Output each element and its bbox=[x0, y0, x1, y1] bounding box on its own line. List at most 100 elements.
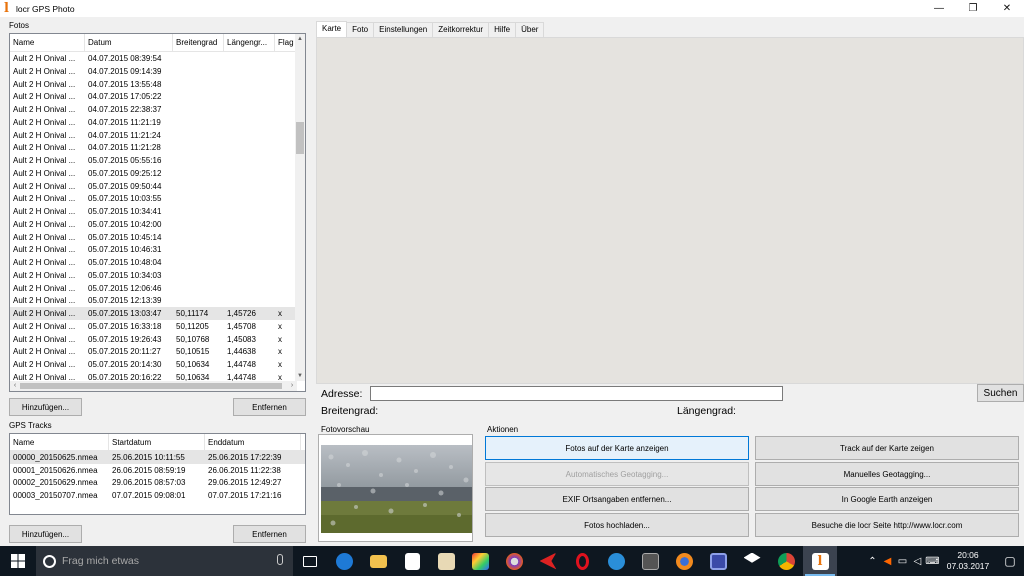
task-view-icon[interactable] bbox=[293, 546, 327, 576]
visit-locr-button[interactable]: Besuche die locr Seite http://www.locr.c… bbox=[755, 513, 1019, 537]
taskbar-search[interactable]: Frag mich etwas bbox=[36, 546, 293, 576]
photo-row[interactable]: Ault 2 H Onival ... 05.07.2015 10:34:03 bbox=[10, 269, 297, 282]
photo-row[interactable]: Ault 2 H Onival ... 05.07.2015 09:25:12 bbox=[10, 167, 297, 180]
cell-flag bbox=[275, 141, 297, 154]
map-view[interactable] bbox=[316, 37, 1024, 384]
photo-row[interactable]: Ault 2 H Onival ... 04.07.2015 11:21:28 bbox=[10, 141, 297, 154]
keyboard-icon[interactable]: ⌨ bbox=[925, 556, 940, 567]
cell-latitude bbox=[173, 90, 224, 103]
close-button[interactable]: ✕ bbox=[990, 0, 1024, 17]
cell-latitude: 50,10768 bbox=[176, 334, 210, 344]
track-row[interactable]: 00003_20150707.nmea 07.07.2015 09:08:01 07… bbox=[10, 489, 305, 502]
scroll-up-icon[interactable]: ▲ bbox=[295, 34, 305, 44]
remove-photos-button[interactable]: Entfernen bbox=[233, 398, 306, 416]
notification-icon[interactable]: ▢ bbox=[996, 546, 1024, 576]
google-earth-button[interactable]: In Google Earth anzeigen bbox=[755, 487, 1019, 511]
column-header-start-date[interactable]: Startdatum bbox=[109, 434, 205, 450]
photo-row[interactable]: Ault 2 H Onival ... 05.07.2015 12:13:39 bbox=[10, 294, 297, 307]
remove-exif-button[interactable]: EXIF Ortsangaben entfernen... bbox=[485, 487, 749, 511]
column-header-latitude[interactable]: Breitengrad bbox=[173, 34, 224, 51]
photo-row[interactable]: Ault 2 H Onival ... 04.07.2015 11:21:24 bbox=[10, 129, 297, 142]
clock[interactable]: 20:06 07.03.2017 bbox=[946, 550, 990, 572]
upload-photos-button[interactable]: Fotos hochladen... bbox=[485, 513, 749, 537]
photo-row[interactable]: Ault 2 H Onival ... 04.07.2015 09:14:39 bbox=[10, 65, 297, 78]
opera-icon[interactable] bbox=[565, 546, 599, 576]
tracks-list[interactable]: Name Startdatum Enddatum 00000_20150625.… bbox=[9, 433, 306, 515]
remove-track-button[interactable]: Entfernen bbox=[233, 525, 306, 543]
track-row[interactable]: 00001_20150626.nmea 26.06.2015 08:59:19 26… bbox=[10, 464, 305, 477]
camera-app-icon[interactable] bbox=[633, 546, 667, 576]
photo-row[interactable]: Ault 2 H Onival ... 05.07.2015 19:26:43 50… bbox=[10, 333, 297, 346]
edge-icon[interactable] bbox=[327, 546, 361, 576]
photo-row[interactable]: Ault 2 H Onival ... 04.07.2015 11:21:19 bbox=[10, 116, 297, 129]
track-row[interactable]: 00000_20150625.nmea 25.06.2015 10:11:55 25… bbox=[10, 451, 305, 464]
save-app-icon[interactable] bbox=[701, 546, 735, 576]
start-button[interactable] bbox=[0, 546, 36, 576]
add-track-button[interactable]: Hinzufügen... bbox=[9, 525, 82, 543]
chevron-up-icon[interactable]: ⌃ bbox=[865, 556, 880, 567]
media-player-icon[interactable] bbox=[429, 546, 463, 576]
red-app-icon[interactable] bbox=[531, 546, 565, 576]
search-button[interactable]: Suchen bbox=[977, 384, 1024, 402]
column-header-flag[interactable]: Flag bbox=[275, 34, 297, 51]
photos-horizontal-scrollbar[interactable]: ‹ › bbox=[10, 381, 297, 391]
microphone-icon[interactable] bbox=[277, 554, 283, 565]
store-icon[interactable] bbox=[395, 546, 429, 576]
photo-row[interactable]: Ault 2 H Onival ... 05.07.2015 10:46:31 bbox=[10, 243, 297, 256]
photo-row[interactable]: Ault 2 H Onival ... 05.07.2015 10:42:00 bbox=[10, 218, 297, 231]
add-photos-button[interactable]: Hinzufügen... bbox=[9, 398, 82, 416]
show-track-on-map-button[interactable]: Track auf der Karte zeigen bbox=[755, 436, 1019, 460]
photo-row[interactable]: Ault 2 H Onival ... 05.07.2015 10:45:14 bbox=[10, 231, 297, 244]
circle-app-icon[interactable] bbox=[497, 546, 531, 576]
minimize-button[interactable]: — bbox=[922, 0, 956, 17]
tab-hilfe[interactable]: Hilfe bbox=[488, 22, 517, 37]
photos-vertical-scrollbar[interactable]: ▲ ▼ bbox=[295, 34, 305, 381]
tab-karte[interactable]: Karte bbox=[316, 21, 348, 37]
manual-geotag-button[interactable]: Manuelles Geotagging... bbox=[755, 462, 1019, 486]
file-explorer-icon[interactable] bbox=[361, 546, 395, 576]
column-header-date[interactable]: Datum bbox=[85, 34, 173, 51]
colorful-app-icon[interactable] bbox=[463, 546, 497, 576]
scroll-thumb[interactable] bbox=[296, 122, 304, 154]
scroll-left-icon[interactable]: ‹ bbox=[10, 381, 20, 391]
dropbox-icon[interactable] bbox=[735, 546, 769, 576]
column-header-end-date[interactable]: Enddatum bbox=[205, 434, 301, 450]
tab-zeitkorrektur[interactable]: Zeitkorrektur bbox=[432, 22, 490, 37]
photo-row[interactable]: Ault 2 H Onival ... 04.07.2015 08:39:54 bbox=[10, 52, 297, 65]
scroll-thumb-horizontal[interactable] bbox=[20, 383, 282, 389]
photo-row[interactable]: Ault 2 H Onival ... 05.07.2015 09:50:44 bbox=[10, 180, 297, 193]
tab-einstellungen[interactable]: Einstellungen bbox=[373, 22, 434, 37]
speaker-icon[interactable]: ◁ bbox=[910, 556, 925, 567]
address-input[interactable] bbox=[370, 386, 783, 401]
photo-row[interactable]: Ault 2 H Onival ... 05.07.2015 05:55:16 bbox=[10, 154, 297, 167]
photo-row[interactable]: Ault 2 H Onival ... 04.07.2015 17:05:22 bbox=[10, 90, 297, 103]
photo-row[interactable]: Ault 2 H Onival ... 04.07.2015 13:55:48 bbox=[10, 78, 297, 91]
chrome-icon[interactable] bbox=[769, 546, 803, 576]
photo-row[interactable]: Ault 2 H Onival ... 05.07.2015 10:03:55 bbox=[10, 192, 297, 205]
firefox-icon[interactable] bbox=[667, 546, 701, 576]
column-header-track-name[interactable]: Name bbox=[10, 434, 109, 450]
blue-app-icon[interactable] bbox=[599, 546, 633, 576]
photo-row[interactable]: Ault 2 H Onival ... 05.07.2015 10:34:41 bbox=[10, 205, 297, 218]
scroll-right-icon[interactable]: › bbox=[287, 381, 297, 391]
column-header-longitude[interactable]: Längengr... bbox=[224, 34, 275, 51]
scroll-down-icon[interactable]: ▼ bbox=[295, 371, 305, 381]
track-row[interactable]: 00002_20150629.nmea 29.06.2015 08:57:03 29… bbox=[10, 476, 305, 489]
photo-row[interactable]: Ault 2 H Onival ... 05.07.2015 16:33:18 50… bbox=[10, 320, 297, 333]
flag-icon[interactable]: ◀ bbox=[880, 556, 895, 567]
photo-row[interactable]: Ault 2 H Onival ... 05.07.2015 20:11:27 50… bbox=[10, 345, 297, 358]
tab-ueber[interactable]: Über bbox=[515, 22, 545, 37]
photo-row[interactable]: Ault 2 H Onival ... 05.07.2015 10:48:04 bbox=[10, 256, 297, 269]
photo-row[interactable]: Ault 2 H Onival ... 05.07.2015 12:06:46 bbox=[10, 282, 297, 295]
photos-list[interactable]: Name Datum Breitengrad Längengr... Flag … bbox=[9, 33, 306, 392]
locr-taskbar-icon[interactable]: l bbox=[803, 546, 837, 576]
tab-foto[interactable]: Foto bbox=[346, 22, 375, 37]
photo-row[interactable]: Ault 2 H Onival ... 05.07.2015 13:03:47 50… bbox=[10, 307, 297, 320]
auto-geotag-button[interactable]: Automatisches Geotagging... bbox=[485, 462, 749, 486]
photo-row[interactable]: Ault 2 H Onival ... 05.07.2015 20:14:30 50… bbox=[10, 358, 297, 371]
column-header-name[interactable]: Name bbox=[10, 34, 85, 51]
show-photos-on-map-button[interactable]: Fotos auf der Karte anzeigen bbox=[485, 436, 749, 460]
photo-row[interactable]: Ault 2 H Onival ... 04.07.2015 22:38:37 bbox=[10, 103, 297, 116]
network-icon[interactable]: ▭ bbox=[895, 556, 910, 567]
restore-button[interactable]: ❐ bbox=[956, 0, 990, 17]
